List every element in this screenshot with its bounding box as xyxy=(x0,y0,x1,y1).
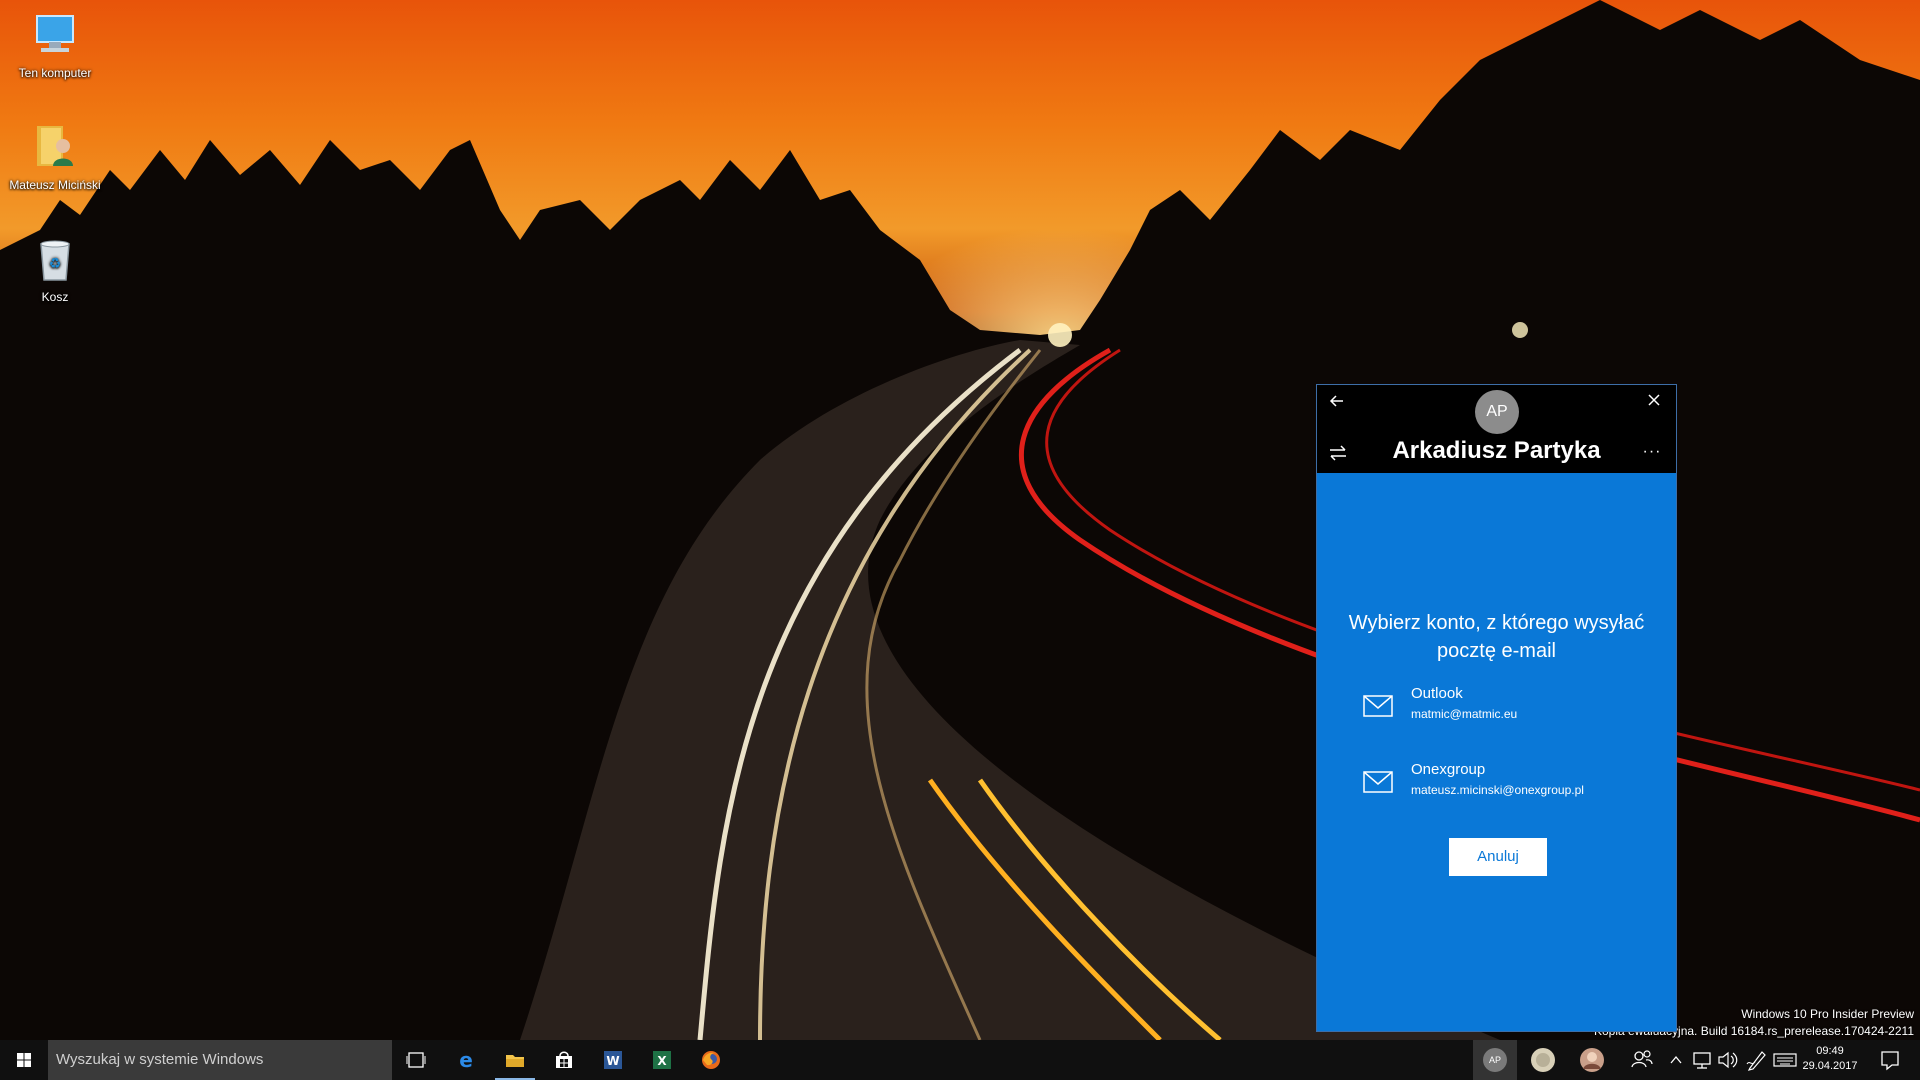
clock-time: 09:49 xyxy=(1816,1045,1844,1057)
account-email: mateusz.micinski@onexgroup.pl xyxy=(1411,783,1584,797)
contact-avatar-icon xyxy=(1531,1048,1555,1072)
search-box[interactable]: Wyszukaj w systemie Windows xyxy=(48,1040,392,1080)
people-contact-2[interactable] xyxy=(1523,1040,1563,1080)
windows-ink-button[interactable] xyxy=(1744,1040,1770,1080)
store-icon xyxy=(556,1051,572,1068)
network-button[interactable] xyxy=(1690,1040,1714,1080)
volume-button[interactable] xyxy=(1716,1040,1740,1080)
task-view-icon xyxy=(406,1052,426,1068)
user-name: Arkadiusz Partyka xyxy=(1392,437,1601,464)
cancel-button[interactable]: Anuluj xyxy=(1449,838,1547,876)
switch-accounts-icon xyxy=(1330,445,1346,461)
more-options-button[interactable]: ··· xyxy=(1640,443,1664,463)
edge-icon: e xyxy=(459,1050,473,1070)
dialog-prompt: Wybierz konto, z którego wysyłać pocztę … xyxy=(1348,612,1645,662)
word-icon: W xyxy=(604,1051,622,1069)
svg-text:♻: ♻ xyxy=(49,256,62,272)
desktop-icon-recycle-bin[interactable]: ♻ Kosz xyxy=(5,234,105,304)
file-explorer-icon xyxy=(506,1055,524,1067)
mail-icon xyxy=(1363,771,1393,793)
system-clock[interactable]: 09:49 29.04.2017 xyxy=(1798,1044,1862,1074)
desktop-icon-label: Ten komputer xyxy=(18,66,92,80)
edge-taskbar-button[interactable]: e xyxy=(442,1040,490,1080)
contact-photo-icon xyxy=(1580,1048,1604,1072)
mail-icon xyxy=(1363,695,1393,717)
account-email: matmic@matmic.eu xyxy=(1411,707,1518,721)
file-explorer-taskbar-button[interactable] xyxy=(491,1040,539,1080)
svg-text:e: e xyxy=(459,1050,473,1070)
desktop-icon-this-pc[interactable]: Ten komputer xyxy=(5,10,105,80)
close-icon xyxy=(1648,394,1660,406)
people-icon xyxy=(1631,1050,1653,1068)
account-option-outlook[interactable]: Outlook matmic@matmic.eu xyxy=(1357,685,1656,729)
excel-taskbar-button[interactable]: X xyxy=(638,1040,686,1080)
account-option-onexgroup[interactable]: Onexgroup mateusz.micinski@onexgroup.pl xyxy=(1357,761,1656,805)
desktop-icon-label: Kosz xyxy=(41,290,69,304)
clock-date: 29.04.2017 xyxy=(1802,1060,1858,1072)
svg-text:W: W xyxy=(606,1054,619,1068)
touch-keyboard-button[interactable] xyxy=(1772,1040,1798,1080)
people-contact-ap[interactable]: AP xyxy=(1473,1040,1517,1080)
user-folder-icon xyxy=(29,122,81,174)
account-name: Outlook xyxy=(1411,685,1463,702)
recycle-bin-icon: ♻ xyxy=(29,234,81,286)
store-taskbar-button[interactable] xyxy=(540,1040,588,1080)
taskbar: Wyszukaj w systemie Windows e W X AP 09:… xyxy=(0,1040,1920,1080)
avatar: AP xyxy=(1475,390,1519,434)
dialog-body: Wybierz konto, z którego wysyłać pocztę … xyxy=(1317,473,1676,1031)
people-contact-3[interactable] xyxy=(1572,1040,1612,1080)
dialog-header: AP Arkadiusz Partyka ··· xyxy=(1317,385,1676,473)
task-view-button[interactable] xyxy=(392,1040,440,1080)
back-arrow-icon xyxy=(1329,395,1343,407)
computer-icon xyxy=(29,10,81,62)
keyboard-icon xyxy=(1773,1053,1797,1067)
excel-icon: X xyxy=(653,1051,671,1069)
people-button[interactable] xyxy=(1626,1040,1658,1080)
word-taskbar-button[interactable]: W xyxy=(589,1040,637,1080)
desktop-icon-label: Mateusz Miciński xyxy=(9,178,101,192)
show-hidden-icons-button[interactable] xyxy=(1666,1040,1686,1080)
switch-accounts-button[interactable] xyxy=(1329,445,1353,465)
firefox-icon xyxy=(702,1051,720,1069)
back-button[interactable] xyxy=(1329,393,1357,417)
action-center-icon xyxy=(1881,1051,1899,1071)
network-icon xyxy=(1693,1052,1711,1069)
pen-icon xyxy=(1746,1051,1766,1071)
volume-icon xyxy=(1718,1051,1738,1069)
svg-text:X: X xyxy=(657,1054,667,1068)
chevron-up-icon xyxy=(1670,1055,1682,1064)
account-name: Onexgroup xyxy=(1411,761,1486,778)
firefox-taskbar-button[interactable] xyxy=(687,1040,735,1080)
desktop-icon-user-folder[interactable]: Mateusz Miciński xyxy=(5,122,105,192)
avatar: AP xyxy=(1483,1048,1507,1072)
account-picker-window: AP Arkadiusz Partyka ··· Wybierz konto, … xyxy=(1316,384,1677,1032)
action-center-button[interactable] xyxy=(1870,1040,1910,1080)
close-button[interactable] xyxy=(1640,393,1668,417)
start-button[interactable] xyxy=(0,1040,48,1080)
windows-logo-icon xyxy=(17,1053,31,1067)
